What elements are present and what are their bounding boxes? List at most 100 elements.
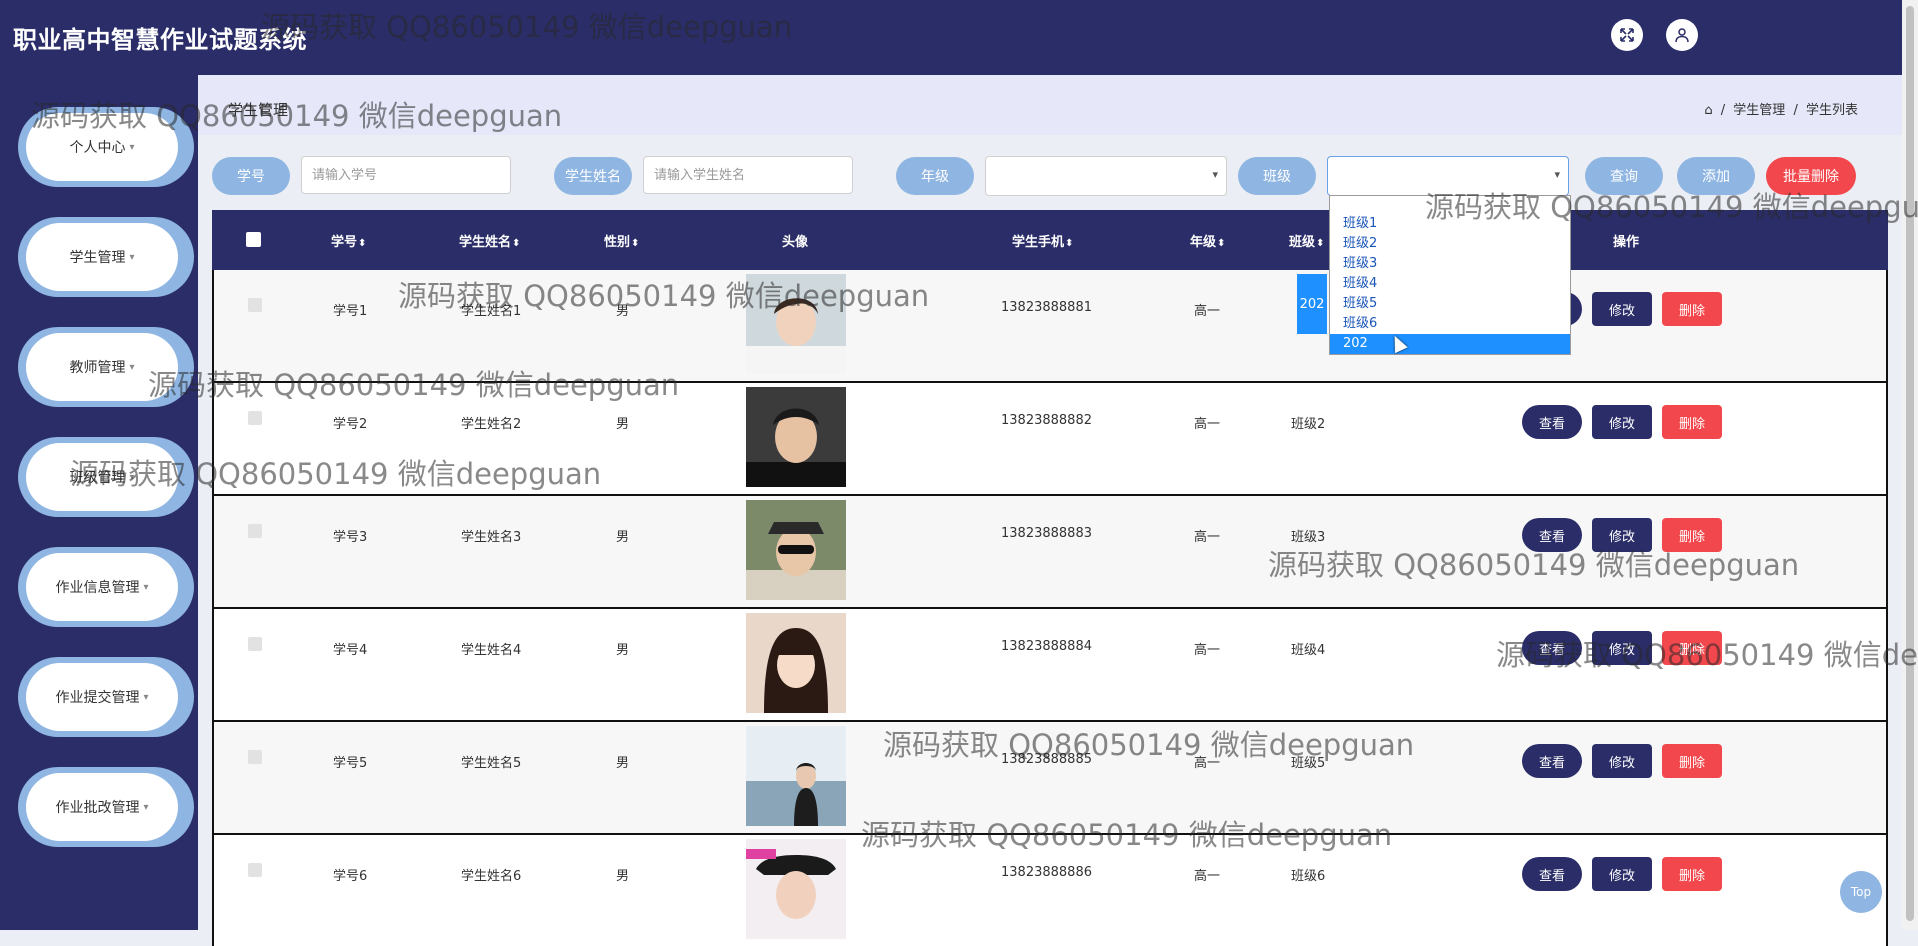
row-checkbox[interactable] <box>248 863 262 877</box>
view-button[interactable]: 查看 <box>1522 631 1582 665</box>
cell-gender: 男 <box>616 756 630 771</box>
edit-button[interactable]: 修改 <box>1592 631 1652 665</box>
dropdown-option-highlighted[interactable]: 202 <box>1330 334 1570 354</box>
student-avatar <box>746 613 846 713</box>
chevron-down-icon: ▾ <box>1212 168 1218 181</box>
dropdown-option[interactable]: 班级6 <box>1330 314 1570 334</box>
app-title: 职业高中智慧作业试题系统 <box>13 26 307 54</box>
dropdown-option[interactable]: 班级5 <box>1330 294 1570 314</box>
sort-icon: ⬍ <box>631 238 640 249</box>
sidebar-item-profile-button[interactable]: 个人中心 ▾ <box>26 113 178 181</box>
sidebar-item-classes-button[interactable]: 班级管理 ▾ <box>26 443 178 511</box>
sort-icon: ⬍ <box>1217 238 1226 249</box>
sidebar-item-students[interactable]: 学生管理 ▾ <box>18 217 194 297</box>
breadcrumb-sep: / <box>1793 103 1798 118</box>
cell-class-selected: 202 <box>1297 274 1327 334</box>
row-checkbox[interactable] <box>248 524 262 538</box>
sort-icon: ⬍ <box>1316 238 1325 249</box>
cell-no: 学号3 <box>333 530 368 545</box>
sidebar-item-teachers[interactable]: 教师管理 ▾ <box>18 327 194 407</box>
edit-button[interactable]: 修改 <box>1592 857 1652 891</box>
cell-grade: 高一 <box>1194 643 1221 658</box>
cell-class: 班级2 <box>1291 417 1326 432</box>
edit-button[interactable]: 修改 <box>1592 518 1652 552</box>
query-button[interactable]: 查询 <box>1585 157 1663 195</box>
column-header-class[interactable]: 班级⬍ <box>1289 231 1324 250</box>
dropdown-option[interactable]: 班级2 <box>1330 234 1570 254</box>
caret-down-icon: ▾ <box>143 581 149 593</box>
sort-icon: ⬍ <box>358 238 367 249</box>
sort-icon: ⬍ <box>1065 238 1074 249</box>
column-header-no[interactable]: 学号⬍ <box>331 231 366 250</box>
batch-delete-button[interactable]: 批量删除 <box>1766 157 1856 195</box>
home-icon[interactable]: ⌂ <box>1704 103 1712 118</box>
student-no-input[interactable] <box>301 156 511 194</box>
breadcrumb-students[interactable]: 学生管理 <box>1733 103 1785 118</box>
cell-name: 学生姓名5 <box>461 756 522 771</box>
column-header-gender[interactable]: 性别⬍ <box>604 231 639 250</box>
sidebar-item-teachers-button[interactable]: 教师管理 ▾ <box>26 333 178 401</box>
class-select[interactable]: ▾ <box>1327 156 1569 196</box>
column-label: 头像 <box>782 235 809 250</box>
cell-no: 学号6 <box>333 869 368 884</box>
page-scrollbar[interactable] <box>1902 0 1918 930</box>
edit-button[interactable]: 修改 <box>1592 292 1652 326</box>
cell-phone: 13823888881 <box>1001 300 1092 315</box>
delete-button[interactable]: 删除 <box>1662 744 1722 778</box>
sidebar-item-homework-info-button[interactable]: 作业信息管理 ▾ <box>26 553 178 621</box>
edit-button[interactable]: 修改 <box>1592 744 1652 778</box>
delete-button[interactable]: 删除 <box>1662 631 1722 665</box>
delete-button[interactable]: 删除 <box>1662 518 1722 552</box>
column-label: 学生姓名 <box>459 235 512 250</box>
chevron-down-icon: ▾ <box>1554 168 1560 181</box>
dropdown-option[interactable]: 班级1 <box>1330 214 1570 234</box>
scrollbar-thumb[interactable] <box>1906 6 1914 921</box>
sidebar-item-homework-info[interactable]: 作业信息管理 ▾ <box>18 547 194 627</box>
sidebar-item-label: 教师管理 <box>69 360 126 376</box>
sidebar-item-classes[interactable]: 班级管理 ▾ <box>18 437 194 517</box>
row-checkbox[interactable] <box>248 637 262 651</box>
sidebar-item-label: 班级管理 <box>69 470 126 486</box>
view-button[interactable]: 查看 <box>1522 405 1582 439</box>
add-button[interactable]: 添加 <box>1677 157 1755 195</box>
dropdown-option[interactable]: 班级3 <box>1330 254 1570 274</box>
row-checkbox[interactable] <box>248 411 262 425</box>
delete-button[interactable]: 删除 <box>1662 857 1722 891</box>
sidebar-item-students-button[interactable]: 学生管理 ▾ <box>26 223 178 291</box>
view-button[interactable]: 查看 <box>1522 518 1582 552</box>
row-checkbox[interactable] <box>248 298 262 312</box>
cell-phone: 13823888885 <box>1001 752 1092 767</box>
edit-button[interactable]: 修改 <box>1592 405 1652 439</box>
column-header-grade[interactable]: 年级⬍ <box>1190 231 1225 250</box>
student-name-input[interactable] <box>643 156 853 194</box>
sidebar-item-profile[interactable]: 个人中心 ▾ <box>18 107 194 187</box>
column-label: 学生手机 <box>1012 235 1065 250</box>
sidebar-item-homework-submit[interactable]: 作业提交管理 ▾ <box>18 657 194 737</box>
cell-grade: 高一 <box>1194 869 1221 884</box>
column-label: 学号 <box>331 235 358 250</box>
view-button[interactable]: 查看 <box>1522 744 1582 778</box>
caret-down-icon: ▾ <box>143 691 149 703</box>
sidebar-item-homework-grading-button[interactable]: 作业批改管理 ▾ <box>26 773 178 841</box>
column-header-name[interactable]: 学生姓名⬍ <box>459 231 520 250</box>
user-icon[interactable] <box>1666 19 1698 51</box>
select-all-checkbox[interactable] <box>246 232 261 247</box>
row-checkbox[interactable] <box>248 750 262 764</box>
sidebar: 个人中心 ▾ 学生管理 ▾ 教师管理 ▾ 班级管理 ▾ 作业信息管理 ▾ 作业提交管理 ▾ … <box>0 75 198 930</box>
sidebar-item-label: 个人中心 <box>69 140 126 156</box>
back-to-top-button[interactable]: Top <box>1840 871 1882 913</box>
column-label: 操作 <box>1613 235 1640 250</box>
expand-arrows-icon[interactable] <box>1611 19 1643 51</box>
sidebar-item-homework-grading[interactable]: 作业批改管理 ▾ <box>18 767 194 847</box>
column-label: 年级 <box>1190 235 1217 250</box>
grade-select[interactable]: ▾ <box>985 156 1227 196</box>
dropdown-option[interactable]: 班级4 <box>1330 274 1570 294</box>
column-header-phone[interactable]: 学生手机⬍ <box>1012 231 1073 250</box>
cell-grade: 高一 <box>1194 417 1221 432</box>
sidebar-item-homework-submit-button[interactable]: 作业提交管理 ▾ <box>26 663 178 731</box>
delete-button[interactable]: 删除 <box>1662 292 1722 326</box>
cell-gender: 男 <box>616 304 630 319</box>
delete-button[interactable]: 删除 <box>1662 405 1722 439</box>
main-content: 学生管理 ⌂ / 学生管理 / 学生列表 学号 学生姓名 年级 ▾ 班级 ▾ 查… <box>198 75 1902 946</box>
view-button[interactable]: 查看 <box>1522 857 1582 891</box>
